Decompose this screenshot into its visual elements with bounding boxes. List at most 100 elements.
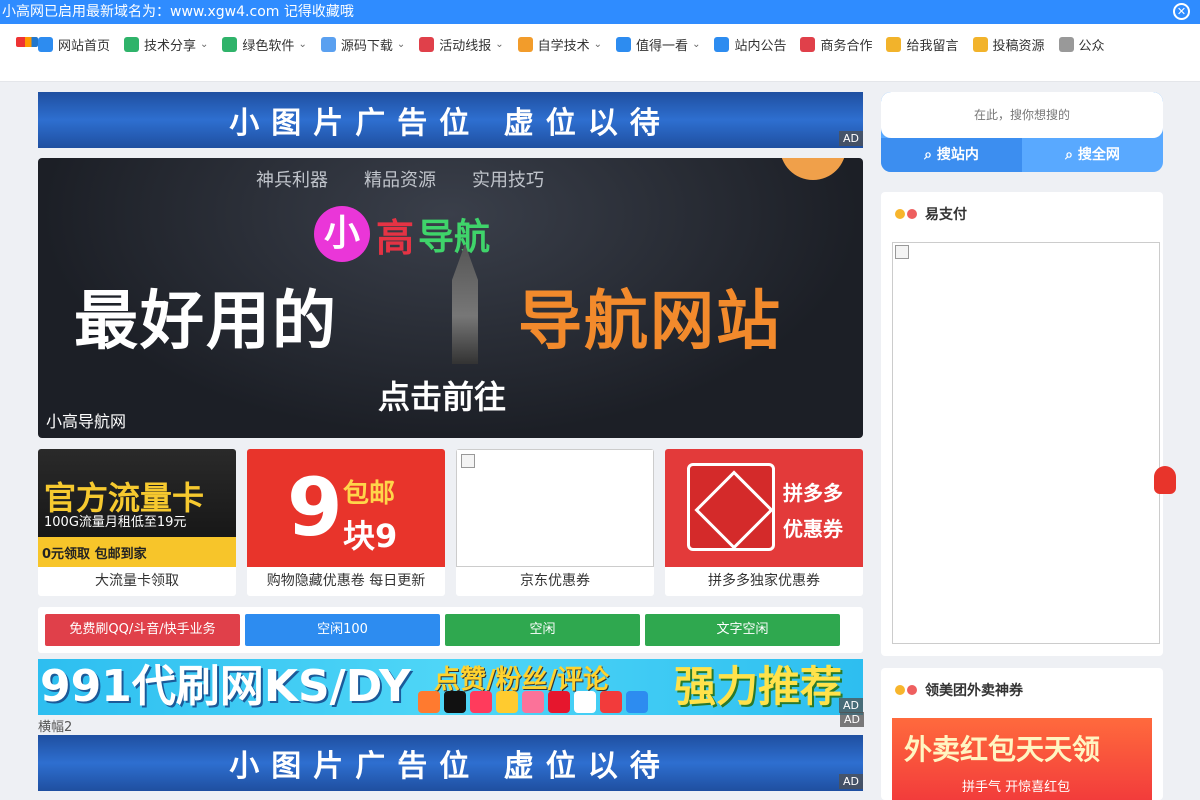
chevron-down-icon: ⌄ bbox=[200, 38, 209, 50]
thumb-number: 9 bbox=[287, 461, 343, 554]
weishi-icon bbox=[496, 691, 518, 713]
promo-card-jd[interactable]: 京东优惠券 bbox=[456, 449, 654, 596]
banner2-alt[interactable]: 横幅2 bbox=[38, 716, 72, 735]
nav-item-label: 技术分享 bbox=[144, 38, 197, 54]
panel-dots-icon bbox=[895, 209, 917, 219]
bilibili-icon bbox=[522, 691, 544, 713]
panel-title: 领美团外卖神券 bbox=[925, 683, 1023, 699]
qq-icon bbox=[574, 691, 596, 713]
grid-icon bbox=[517, 36, 533, 52]
text-ad-button[interactable]: 文字空闲 bbox=[645, 614, 840, 646]
file-icon bbox=[320, 36, 336, 52]
panel-yizhifu: 易支付 bbox=[881, 192, 1163, 656]
text-ad-buttons: 免费刷QQ/斗音/快手业务 空闲100 空闲 文字空闲 bbox=[38, 607, 863, 653]
card-caption: 京东优惠券 bbox=[520, 573, 590, 589]
nav-item[interactable]: 给我留言 bbox=[886, 33, 959, 55]
heart-icon bbox=[800, 36, 816, 52]
compass-icon bbox=[616, 36, 632, 52]
hero-caption: 小高导航网 bbox=[46, 412, 127, 431]
nav-item[interactable]: 值得一看 ⌄ bbox=[616, 33, 700, 55]
nav-item-label: 活动线报 bbox=[439, 38, 492, 54]
search-input[interactable]: 在此，搜你想搜的 bbox=[881, 92, 1163, 138]
wechat-icon bbox=[1058, 36, 1074, 52]
nav-item[interactable]: 投稿资源 bbox=[972, 33, 1045, 55]
thumb-sub2: 块9 bbox=[343, 517, 398, 555]
panel-header: 领美团外卖神券 bbox=[881, 668, 1163, 712]
toutiao-icon bbox=[600, 691, 622, 713]
thumb-text2: 优惠券 bbox=[783, 517, 843, 541]
hero-tab: 实用技巧 bbox=[472, 170, 544, 191]
notice-bar: 小高网已启用最新域名为：www.xgw4.com 记得收藏哦 ✕ bbox=[0, 0, 1200, 24]
brand-d: 导航 bbox=[418, 217, 491, 258]
monitor-icon bbox=[124, 36, 140, 52]
promo-card-traffic[interactable]: 官方流量卡 100G流量月租低至19元 0元领取 包邮到家 大流量卡领取 bbox=[38, 449, 236, 596]
hero-tabs: 神兵利器 精品资源 实用技巧 bbox=[256, 166, 544, 192]
main-nav: 网站首页 技术分享 ⌄ 绿色软件 ⌄ 源码下载 ⌄ 活动线报 ⌄ 自学技术 ⌄ 值得一看 ⌄ 站内公告 商务… bbox=[0, 24, 1200, 82]
ad-banner-top[interactable]: 小图片广告位 虚位以待 AD bbox=[38, 92, 863, 148]
rocket-icon bbox=[452, 244, 478, 364]
ad-banner-991[interactable]: 991代刷网KS/DY 点赞/粉丝/评论 强力推荐 AD bbox=[38, 659, 863, 715]
site-logo[interactable] bbox=[16, 37, 38, 47]
chevron-down-icon: ⌄ bbox=[593, 38, 603, 50]
nav-item[interactable]: 活动线报 ⌄ bbox=[419, 33, 504, 55]
hero-headline-left: 最好用的 bbox=[74, 285, 338, 359]
text-ad-button[interactable]: 免费刷QQ/斗音/快手业务 bbox=[45, 614, 240, 646]
promo-card-pdd[interactable]: 拼多多 优惠券 拼多多独家优惠券 bbox=[665, 449, 863, 596]
card-caption: 大流量卡领取 bbox=[95, 573, 179, 589]
edit-icon bbox=[972, 36, 988, 52]
ad-tag: AD bbox=[839, 131, 863, 146]
nav-item[interactable]: 绿色软件 ⌄ bbox=[222, 33, 307, 55]
ad-banner-bottom[interactable]: 小图片广告位 虚位以待 AD bbox=[38, 735, 863, 791]
home-icon bbox=[38, 36, 53, 52]
message-icon bbox=[886, 36, 902, 52]
nav-item[interactable]: 网站首页 bbox=[38, 33, 110, 55]
chevron-down-icon: ⌄ bbox=[495, 38, 504, 50]
nav-item-label: 商务合作 bbox=[820, 38, 873, 54]
thumb-bar: 0元领取 包邮到家 bbox=[38, 537, 236, 567]
nav-item[interactable]: 公众 bbox=[1058, 33, 1105, 55]
notice-text: 小高网已启用最新域名为：www.xgw4.com 记得收藏哦 bbox=[2, 4, 354, 20]
nav-item-label: 网站首页 bbox=[58, 38, 111, 54]
panel-dots-icon bbox=[895, 685, 917, 695]
app-icons bbox=[418, 691, 648, 713]
ad-tag: AD bbox=[839, 774, 863, 789]
thumb-sub1: 包邮 bbox=[343, 479, 396, 509]
card-thumb: 9 包邮 块9 bbox=[247, 449, 445, 567]
chevron-down-icon: ⌄ bbox=[396, 38, 406, 50]
nav-item-label: 自学技术 bbox=[537, 38, 590, 54]
card-caption: 拼多多独家优惠券 bbox=[708, 573, 820, 589]
hero-headline-right: 导航网站 bbox=[518, 285, 782, 359]
nav-item[interactable]: 自学技术 ⌄ bbox=[517, 33, 603, 55]
gift-icon bbox=[419, 36, 435, 52]
hero-cta[interactable]: 点击前往 bbox=[378, 372, 506, 418]
promo-card-coupon[interactable]: 9 包邮 块9 购物隐藏优惠卷 每日更新 bbox=[247, 449, 445, 596]
hero-banner[interactable]: 神兵利器 精品资源 实用技巧 小 高 导航 最好用的 导航网站 点击前往 小高导… bbox=[38, 158, 863, 438]
search-web-label: 搜全网 bbox=[1077, 147, 1120, 163]
text-ad-button[interactable]: 空闲 bbox=[445, 614, 640, 646]
panel-title: 易支付 bbox=[925, 207, 967, 223]
close-icon[interactable]: ✕ bbox=[1173, 3, 1190, 20]
brand-x: 小 bbox=[314, 206, 370, 262]
nav-item-label: 站内公告 bbox=[734, 38, 787, 54]
sun-decoration bbox=[780, 158, 846, 180]
weibo-icon bbox=[548, 691, 570, 713]
speaker-icon bbox=[714, 36, 730, 52]
nav-item[interactable]: 商务合作 bbox=[800, 33, 872, 55]
search-web-button[interactable]: ⌕ 搜全网 bbox=[1022, 138, 1163, 172]
chevron-down-icon: ⌄ bbox=[692, 38, 701, 50]
waimai-banner[interactable]: 外卖红包天天领 拼手气 开惊喜红包 bbox=[892, 718, 1152, 800]
panel-image[interactable] bbox=[892, 242, 1160, 644]
nav-item[interactable]: 站内公告 bbox=[714, 33, 786, 55]
nav-item-label: 绿色软件 bbox=[242, 38, 295, 54]
nav-item[interactable]: 技术分享 ⌄ bbox=[124, 33, 208, 55]
nav-item-label: 投稿资源 bbox=[992, 38, 1045, 54]
douyin-icon bbox=[444, 691, 466, 713]
nav-item[interactable]: 源码下载 ⌄ bbox=[320, 33, 406, 55]
ad-banner-text: 小图片广告位 虚位以待 bbox=[229, 106, 672, 141]
ad991-slogan: 强力推荐 bbox=[674, 662, 843, 711]
search-site-button[interactable]: ⌕ 搜站内 bbox=[881, 138, 1022, 172]
text-ad-button[interactable]: 空闲100 bbox=[245, 614, 440, 646]
qq-float-icon[interactable] bbox=[1154, 466, 1176, 494]
brand-g: 高 bbox=[376, 215, 415, 260]
thumb-text1: 拼多多 bbox=[783, 481, 843, 505]
